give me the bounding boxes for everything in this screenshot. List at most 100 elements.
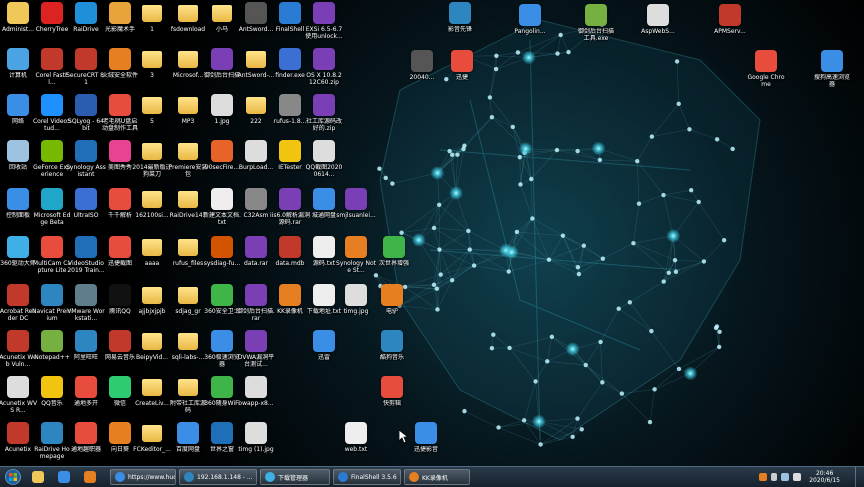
- desktop-icon-fjsgk[interactable]: 附带社工库源码: [170, 376, 206, 422]
- desktop-icon-administrator[interactable]: Administ...: [0, 2, 36, 48]
- taskbar-pin-media-player-icon[interactable]: [79, 469, 101, 485]
- desktop-icon-baiduyun[interactable]: 百度网盘: [170, 422, 206, 466]
- desktop-icon-corel-videostudio[interactable]: Corel VideoStud...: [34, 94, 70, 140]
- desktop-icon-yuanma[interactable]: 源码.txt: [306, 236, 342, 282]
- desktop-icon-f5[interactable]: 5: [134, 94, 170, 140]
- desktop-icon-neteasemusic[interactable]: 网易云音乐: [102, 330, 138, 376]
- desktop-icon-sqlyog[interactable]: SQLyog - 64 bit: [68, 94, 104, 140]
- desktop-icon-xiaoma[interactable]: 小马: [204, 2, 240, 48]
- desktop-icon-rufus[interactable]: rufus-1.8...: [272, 94, 308, 140]
- desktop-icon-aaaa[interactable]: aaaa: [134, 236, 170, 282]
- desktop-icon-newtxt[interactable]: 新建文本文档.txt: [204, 188, 240, 234]
- clock[interactable]: 20:46 2020/6/15: [809, 470, 840, 484]
- desktop-icon-fckeditor[interactable]: FCKeditor_...: [134, 422, 170, 466]
- desktop-icon-osx[interactable]: OS X 10.8.2 12C60.zip: [306, 48, 342, 94]
- desktop-icon-firefox90[interactable]: 90secFire...: [204, 140, 240, 186]
- desktop-icon-wifi360[interactable]: 360随身WiFi: [204, 376, 240, 422]
- desktop-icon-vmware[interactable]: VMware Workstati...: [68, 284, 104, 330]
- desktop-icon-finalshell[interactable]: FinalShell: [272, 2, 308, 48]
- desktop-icon-acunetix2[interactable]: Acunetix WVS R...: [0, 376, 36, 422]
- desktop-icon-burp[interactable]: BurpLoad...: [238, 140, 274, 186]
- tray-network-icon[interactable]: [781, 473, 789, 481]
- desktop-icon-antsword2[interactable]: AntSword-...: [238, 48, 274, 94]
- desktop-icon-xunjie-shadow[interactable]: 迅捷影音: [408, 422, 444, 466]
- desktop-icon-edge[interactable]: Microsoft Edge Beta: [34, 188, 70, 234]
- taskbar-task-button[interactable]: 192.168.1.148 - ...: [179, 469, 257, 485]
- desktop-icon-corel-fastflick[interactable]: Corel FastFl...: [34, 48, 70, 94]
- desktop-icon-microsoft[interactable]: Microsof...: [170, 48, 206, 94]
- desktop-icon-aliwangwang[interactable]: 阿里旺旺: [68, 330, 104, 376]
- desktop-icon-acrobat[interactable]: Acrobat Reader DC: [0, 284, 36, 330]
- desktop-icon-tencentqq[interactable]: 腾讯QQ: [102, 284, 138, 330]
- taskbar-pin-explorer-icon[interactable]: [27, 469, 49, 485]
- desktop-icon-f162100[interactable]: 162100si...: [134, 188, 170, 234]
- tray-up-arrow-icon[interactable]: [771, 473, 777, 481]
- desktop-icon-beipyvid[interactable]: BeipyVid...: [134, 330, 170, 376]
- desktop-icon-finder[interactable]: finder.exe: [272, 48, 308, 94]
- desktop-icon-controlpanel[interactable]: 控制面板: [0, 188, 36, 234]
- desktop-icon-raidrive-home[interactable]: RaiDrive Homepage: [34, 422, 70, 466]
- desktop-icon-chrome[interactable]: Google Chrome: [748, 50, 784, 96]
- desktop-icon-acunetix1[interactable]: Acunetix Web Vuln...: [0, 330, 36, 376]
- desktop-icon-qianqian[interactable]: 千千解析: [102, 188, 138, 234]
- desktop-icon-raidrive141[interactable]: RaiDrive141: [170, 188, 206, 234]
- desktop-icon-sougou[interactable]: 搜狗高速浏览器: [814, 50, 850, 96]
- desktop-icon-diandian[interactable]: 电驴: [374, 284, 410, 330]
- tray-volume-icon[interactable]: [793, 473, 801, 481]
- desktop-icon-kk[interactable]: KK录像机: [272, 284, 308, 330]
- desktop-icon-smjian[interactable]: smjlsuanlei...: [338, 188, 374, 234]
- desktop-icon-premiere[interactable]: Premiere安装包: [170, 140, 206, 186]
- desktop-icon-sqlilabs[interactable]: sqli-labs-...: [170, 330, 206, 376]
- desktop-icon-jpg1[interactable]: 1.jpg: [204, 94, 240, 140]
- desktop-icon-pangolin[interactable]: Pangolin...: [512, 4, 548, 50]
- desktop-icon-esxi[interactable]: EXSi 6.5-6.7 使用unlock...: [306, 2, 342, 48]
- desktop-icon-speed360[interactable]: 360驱动大师: [0, 236, 36, 282]
- desktop-icon-sdjag[interactable]: sdjag_gr: [170, 284, 206, 330]
- desktop-icon-xiazai[interactable]: 下载地址.txt: [306, 284, 342, 330]
- desktop-icon-ajjpjb[interactable]: ajjbjxjpjb: [134, 284, 170, 330]
- desktop-icon-apmserv[interactable]: APMServ...: [712, 4, 748, 50]
- desktop-icon-timg1[interactable]: timg (1).jpg: [238, 422, 274, 466]
- desktop-icon-vs2019[interactable]: VideoStudio 2019 Train...: [68, 236, 104, 282]
- desktop-icon-tongnian2[interactable]: 通地趣职器: [68, 422, 104, 466]
- desktop-icon-qqmusic[interactable]: QQ音乐: [34, 376, 70, 422]
- desktop-icon-c32asm[interactable]: C32Asm: [238, 188, 274, 234]
- desktop-icon-timgjpg[interactable]: timg.jpg: [338, 284, 374, 330]
- desktop-icon-dsgj[interactable]: 社工库源码改好的.zip: [306, 94, 342, 140]
- desktop-icon-antsword1[interactable]: AntSword...: [238, 2, 274, 48]
- desktop-icon-acunetix3[interactable]: Acunetix: [0, 422, 36, 466]
- desktop-icon-yjsc[interactable]: 御剑后台扫描工具.exe: [578, 4, 614, 50]
- taskbar-task-button[interactable]: https://www.huo...: [110, 469, 176, 485]
- desktop-icon-createliv[interactable]: CreateLiv...: [134, 376, 170, 422]
- desktop-icon-kuaijian[interactable]: 快剪辑: [374, 376, 410, 422]
- desktop-icon-world[interactable]: 世界之窗: [204, 422, 240, 466]
- desktop-icon-fsdownload[interactable]: fsdownload: [170, 2, 206, 48]
- show-desktop-button[interactable]: [855, 467, 864, 487]
- desktop-icon-xiangrike[interactable]: 向日葵: [102, 422, 138, 466]
- desktop-icon-ultraiso[interactable]: UltraISO: [68, 188, 104, 234]
- desktop-icon-f222[interactable]: 222: [238, 94, 274, 140]
- start-button[interactable]: [3, 468, 23, 486]
- desktop-icon-xunlei[interactable]: 迅雷: [306, 330, 342, 376]
- desktop-icon-cloud[interactable]: 城通网盘: [306, 188, 342, 234]
- desktop-icon-cjwm[interactable]: 次世界增强: [376, 236, 412, 282]
- desktop-icon-sysdiag[interactable]: sysdiag-fu...: [204, 236, 240, 282]
- desktop-icon-lzb-scan[interactable]: 老毛桃U盘启动盘制作工具: [102, 94, 138, 140]
- desktop-icon-cherrytree[interactable]: CherryTree: [34, 2, 70, 48]
- desktop-icon-multicam[interactable]: MultiCam Capture Lite: [34, 236, 70, 282]
- desktop-icon-jiequ[interactable]: 迅捷: [444, 50, 480, 96]
- desktop-icon-synology-note[interactable]: Synology Note St...: [338, 236, 374, 282]
- taskbar-task-button[interactable]: 下载管理器: [260, 469, 330, 485]
- desktop-icon-yjbk[interactable]: 御剑后台扫描.rar: [238, 284, 274, 330]
- desktop-icon-iis[interactable]: iis6.0解析漏洞源码.rar: [272, 188, 308, 234]
- desktop-icon-raidrive[interactable]: RaiDrive: [68, 2, 104, 48]
- desktop-icon-meitu[interactable]: 美图秀秀: [102, 140, 138, 186]
- desktop-icon-wechat[interactable]: 微信: [102, 376, 138, 422]
- desktop-icon-safe360[interactable]: 360安全卫士: [204, 284, 240, 330]
- desktop-icon-f3[interactable]: 3: [134, 48, 170, 94]
- desktop-icon-geforce[interactable]: GeForce Experience: [34, 140, 70, 186]
- desktop-icon-f1[interactable]: 1: [134, 2, 170, 48]
- desktop-icon-ydhx[interactable]: 御剑后台扫描: [204, 48, 240, 94]
- desktop-icon-navicat[interactable]: Navicat Premium: [34, 284, 70, 330]
- desktop-icon-owapp[interactable]: owapp-x8...: [238, 376, 274, 422]
